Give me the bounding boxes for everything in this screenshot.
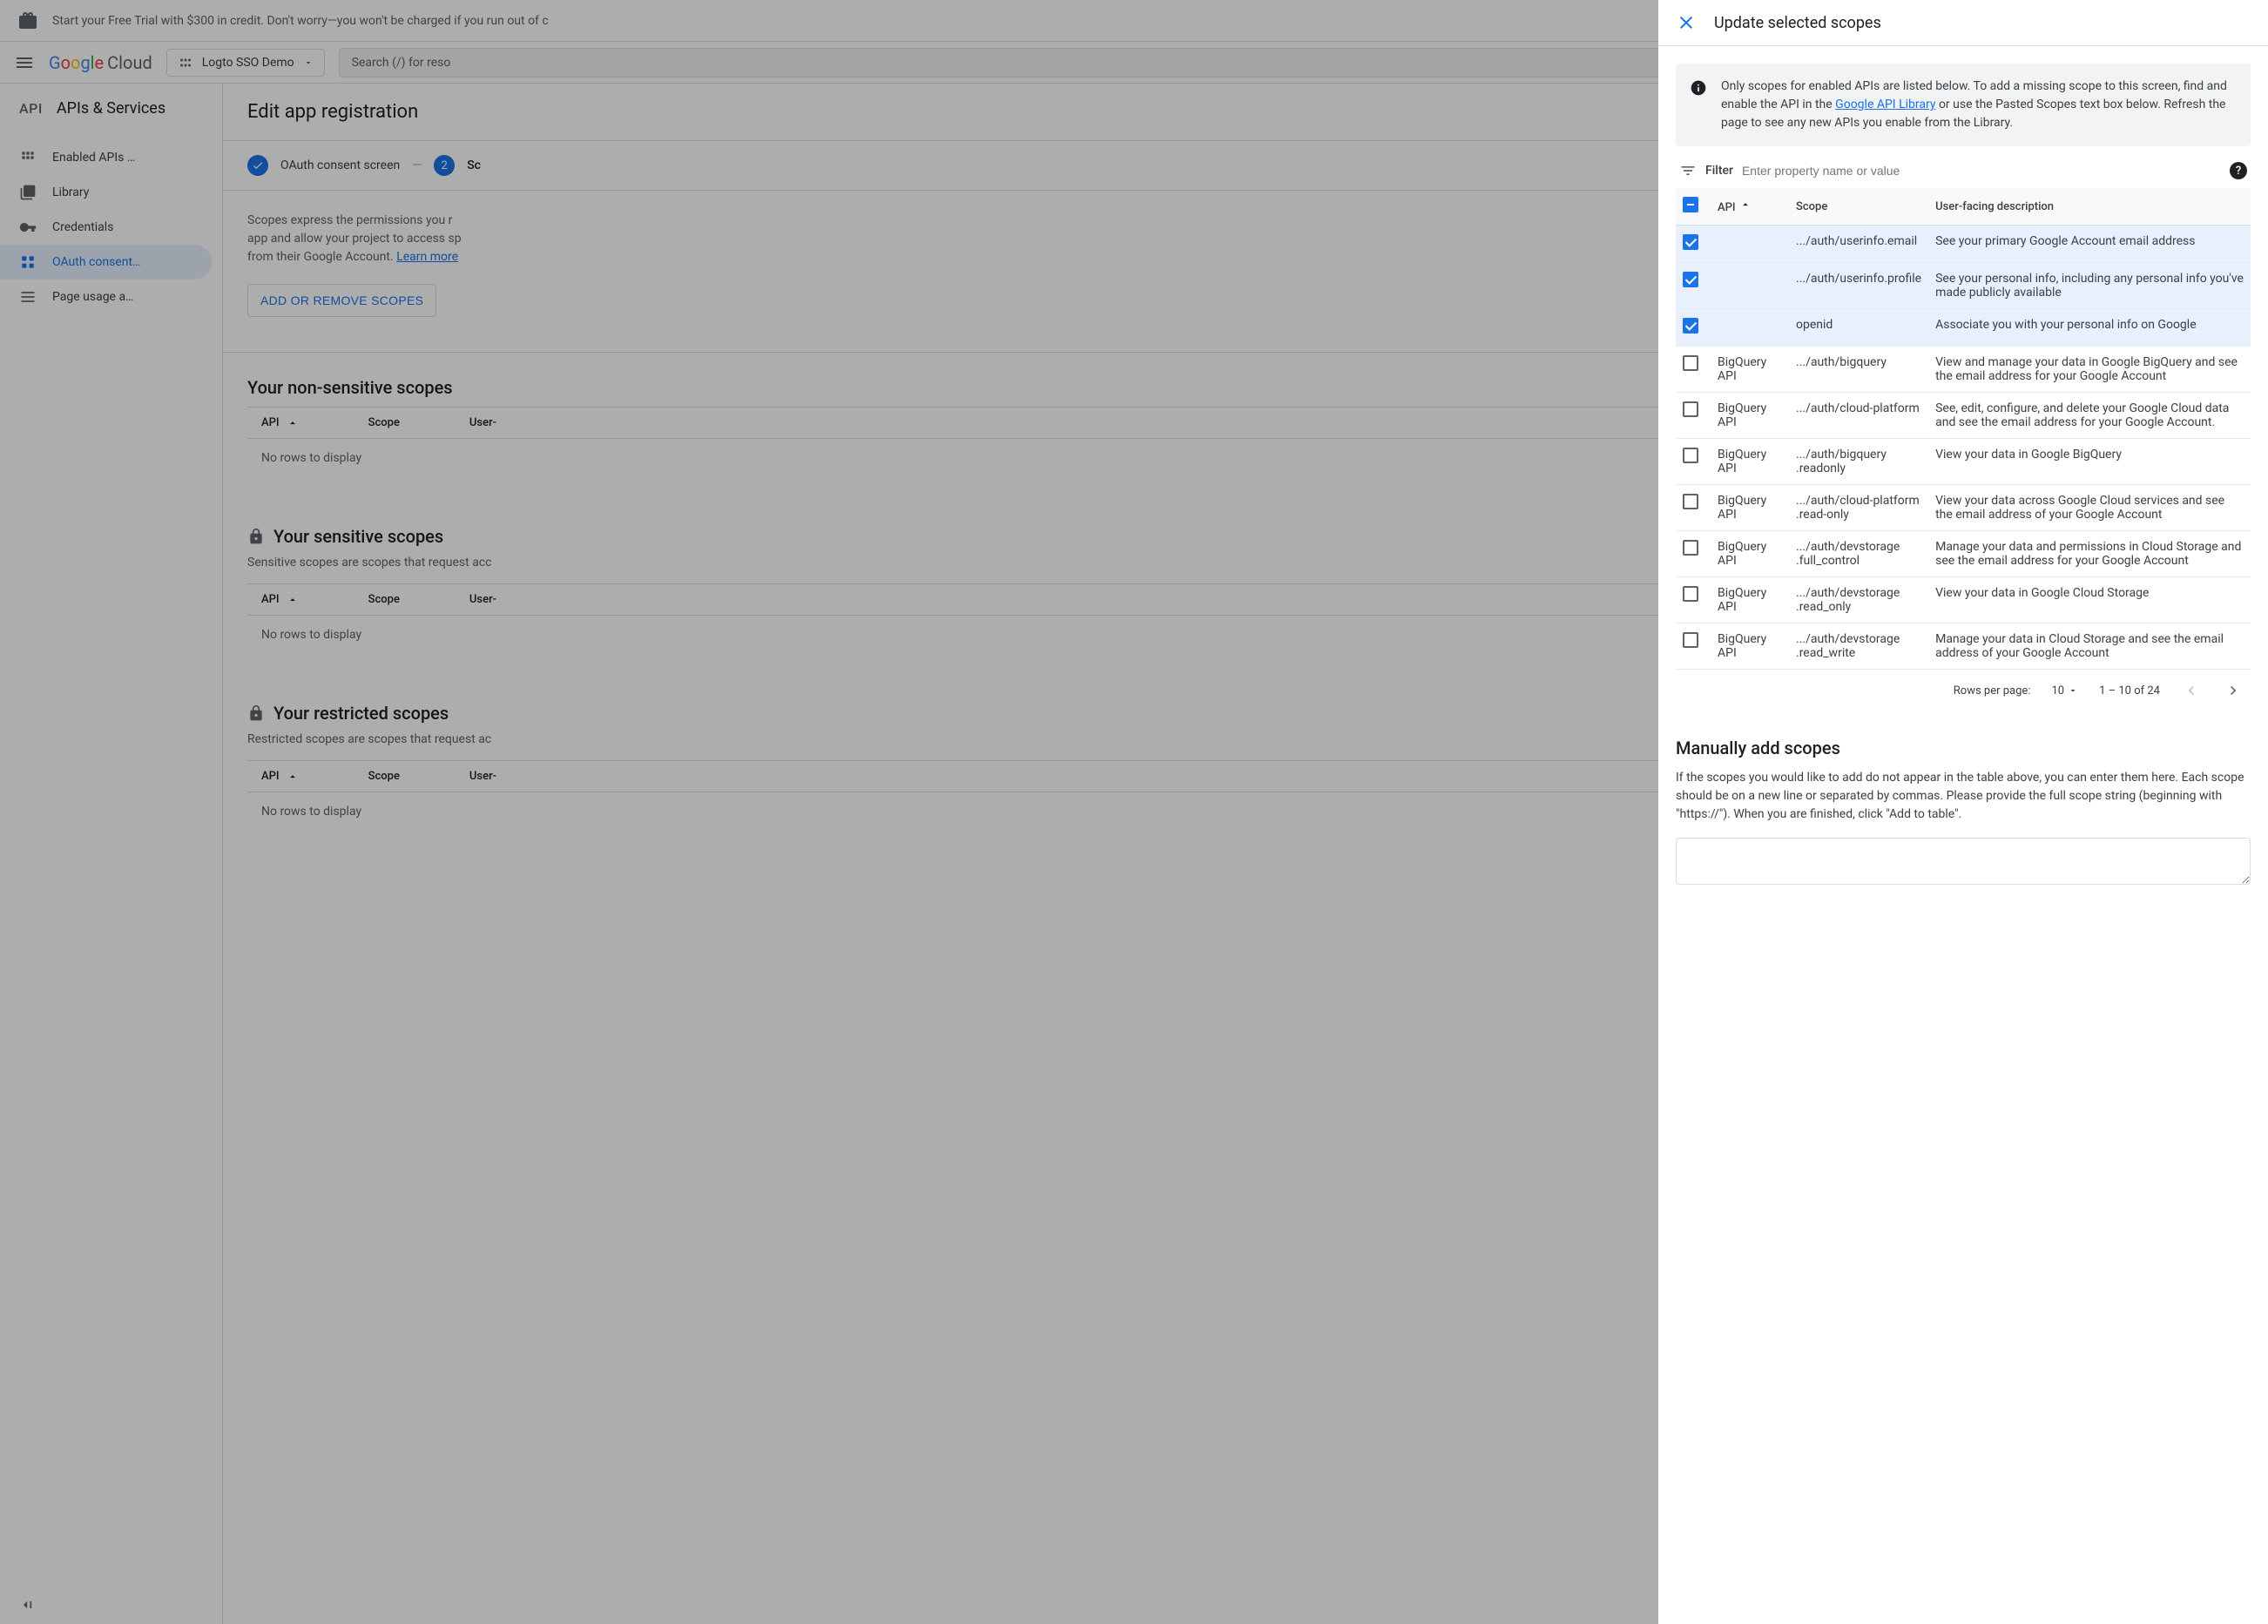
filter-label: Filter — [1705, 164, 1733, 178]
google-api-library-link[interactable]: Google API Library — [1835, 98, 1935, 111]
th-description[interactable]: User-facing description — [1928, 188, 2251, 226]
th-scope[interactable]: Scope — [1789, 188, 1928, 226]
scope-row: .../auth/userinfo.email See your primary… — [1676, 226, 2251, 263]
manual-add-scopes-text: If the scopes you would like to add do n… — [1676, 769, 2251, 824]
scope-api: BigQuery API — [1711, 393, 1789, 439]
scope-row: openid Associate you with your personal … — [1676, 309, 2251, 347]
scope-checkbox[interactable] — [1683, 318, 1698, 334]
scope-row: BigQuery API .../auth/bigquery View and … — [1676, 347, 2251, 393]
page-range: 1 – 10 of 24 — [2099, 684, 2160, 697]
scope-value: openid — [1789, 309, 1928, 347]
scope-row: BigQuery API .../auth/cloud-platform .re… — [1676, 485, 2251, 531]
scope-checkbox[interactable] — [1683, 494, 1698, 509]
scope-api — [1711, 226, 1789, 263]
scope-checkbox[interactable] — [1683, 355, 1698, 371]
scope-api: BigQuery API — [1711, 347, 1789, 393]
rows-per-page-select[interactable]: 10 — [2051, 684, 2078, 697]
scope-value: .../auth/userinfo.profile — [1789, 263, 1928, 309]
scope-api: BigQuery API — [1711, 439, 1789, 485]
scope-checkbox[interactable] — [1683, 272, 1698, 287]
manual-add-scopes-title: Manually add scopes — [1676, 738, 2251, 758]
scope-description: See your personal info, including any pe… — [1928, 263, 2251, 309]
scope-description: View and manage your data in Google BigQ… — [1928, 347, 2251, 393]
info-card: Only scopes for enabled APIs are listed … — [1676, 64, 2251, 146]
scope-value: .../auth/cloud-platform — [1789, 393, 1928, 439]
scopes-table: API Scope User-facing description .../au… — [1676, 188, 2251, 670]
scope-checkbox[interactable] — [1683, 586, 1698, 602]
scope-row: BigQuery API .../auth/devstorage .read_o… — [1676, 577, 2251, 623]
sort-arrow-icon — [1739, 199, 1752, 211]
scope-description: Associate you with your personal info on… — [1928, 309, 2251, 347]
close-icon[interactable] — [1676, 12, 1697, 33]
scope-row: BigQuery API .../auth/devstorage .full_c… — [1676, 531, 2251, 577]
rows-per-page-label: Rows per page: — [1954, 684, 2031, 697]
filter-icon — [1679, 162, 1697, 179]
prev-page-button[interactable] — [2181, 680, 2202, 701]
panel-title: Update selected scopes — [1714, 14, 1881, 32]
scope-row: BigQuery API .../auth/devstorage .read_w… — [1676, 623, 2251, 670]
scope-description: Manage your data in Cloud Storage and se… — [1928, 623, 2251, 670]
scope-api: BigQuery API — [1711, 485, 1789, 531]
scope-description: See your primary Google Account email ad… — [1928, 226, 2251, 263]
scope-value: .../auth/devstorage .read_write — [1789, 623, 1928, 670]
scope-description: View your data in Google Cloud Storage — [1928, 577, 2251, 623]
scope-value: .../auth/devstorage .full_control — [1789, 531, 1928, 577]
info-icon — [1690, 77, 1707, 132]
scope-value: .../auth/bigquery — [1789, 347, 1928, 393]
next-page-button[interactable] — [2223, 680, 2244, 701]
scope-checkbox[interactable] — [1683, 234, 1698, 250]
scope-checkbox[interactable] — [1683, 401, 1698, 417]
manual-scopes-textarea[interactable] — [1676, 838, 2251, 885]
scope-description: See, edit, configure, and delete your Go… — [1928, 393, 2251, 439]
scope-value: .../auth/userinfo.email — [1789, 226, 1928, 263]
pagination: Rows per page: 10 1 – 10 of 24 — [1676, 670, 2251, 711]
scope-description: Manage your data and permissions in Clou… — [1928, 531, 2251, 577]
scope-row: BigQuery API .../auth/cloud-platform See… — [1676, 393, 2251, 439]
scope-row: BigQuery API .../auth/bigquery .readonly… — [1676, 439, 2251, 485]
scope-api — [1711, 263, 1789, 309]
scope-api: BigQuery API — [1711, 623, 1789, 670]
help-icon[interactable]: ? — [2230, 162, 2247, 179]
scope-checkbox[interactable] — [1683, 632, 1698, 648]
scope-checkbox[interactable] — [1683, 540, 1698, 556]
scope-api: BigQuery API — [1711, 531, 1789, 577]
th-api[interactable]: API — [1711, 188, 1789, 226]
scope-row: .../auth/userinfo.profile See your perso… — [1676, 263, 2251, 309]
scope-checkbox[interactable] — [1683, 448, 1698, 463]
scope-value: .../auth/devstorage .read_only — [1789, 577, 1928, 623]
scope-api: BigQuery API — [1711, 577, 1789, 623]
scope-value: .../auth/bigquery .readonly — [1789, 439, 1928, 485]
filter-input[interactable] — [1742, 164, 2221, 178]
scope-description: View your data across Google Cloud servi… — [1928, 485, 2251, 531]
scope-api — [1711, 309, 1789, 347]
scope-description: View your data in Google BigQuery — [1928, 439, 2251, 485]
select-all-checkbox[interactable] — [1683, 197, 1698, 212]
update-scopes-panel: Update selected scopes Only scopes for e… — [1658, 0, 2268, 1624]
scope-value: .../auth/cloud-platform .read-only — [1789, 485, 1928, 531]
